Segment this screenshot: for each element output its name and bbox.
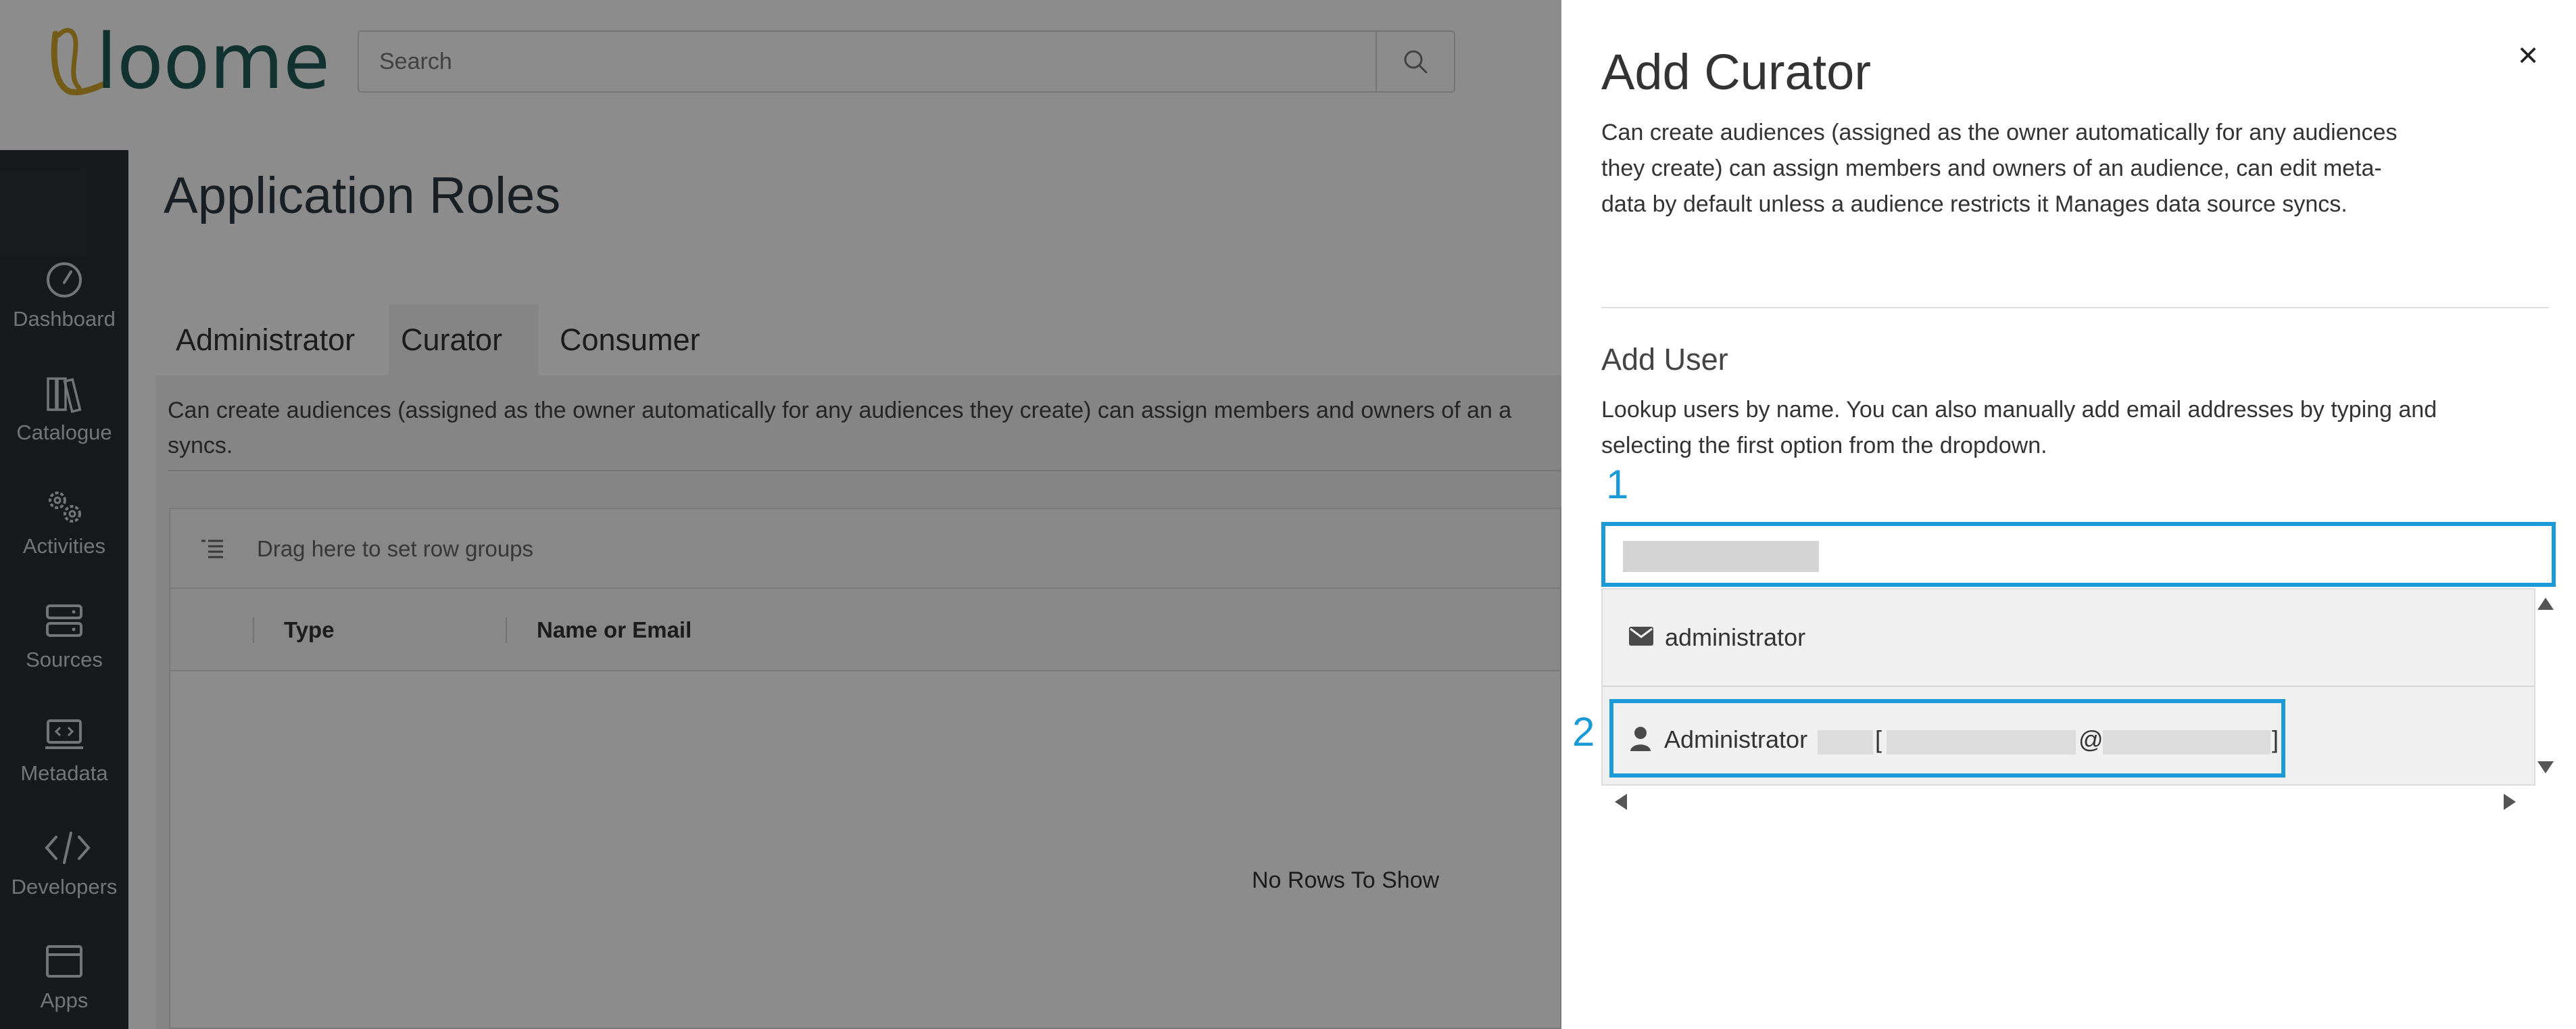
redacted-input-text xyxy=(1623,541,1819,572)
option-close-bracket: ] xyxy=(2272,725,2279,753)
redacted-text xyxy=(2103,730,2270,755)
scroll-down-arrow[interactable] xyxy=(2537,761,2554,773)
user-lookup-input[interactable] xyxy=(1601,522,2556,587)
panel-title: Add Curator xyxy=(1601,44,1871,100)
close-button[interactable]: × xyxy=(2508,35,2548,76)
option-open-bracket: [ xyxy=(1875,725,1882,753)
scroll-up-arrow[interactable] xyxy=(2537,598,2554,610)
dropdown-option-user[interactable]: Administrator [ @ ] xyxy=(1609,699,2285,777)
add-curator-panel: × Add Curator Can create audiences (assi… xyxy=(1561,0,2576,1029)
modal-backdrop[interactable] xyxy=(0,0,1561,1029)
add-user-description: Lookup users by name. You can also manua… xyxy=(1601,397,2437,458)
redacted-text xyxy=(1818,730,1873,755)
envelope-icon xyxy=(1629,627,1653,646)
option-user-name: Administrator xyxy=(1664,725,1808,753)
panel-description: Can create audiences (assigned as the ow… xyxy=(1601,120,2398,217)
scroll-right-arrow[interactable] xyxy=(2504,794,2516,810)
step-marker-1: 1 xyxy=(1606,462,1629,507)
user-lookup-dropdown: administrator Administrator [ @ ] xyxy=(1601,588,2535,786)
option-label: administrator xyxy=(1665,623,1806,651)
dropdown-option-email[interactable]: administrator xyxy=(1603,590,2534,687)
scroll-left-arrow[interactable] xyxy=(1615,794,1627,810)
redacted-text xyxy=(1887,730,2076,755)
option-at-sign: @ xyxy=(2079,725,2104,753)
step-marker-2: 2 xyxy=(1572,709,1595,755)
add-user-heading: Add User xyxy=(1601,342,1728,377)
divider xyxy=(1601,307,2549,308)
user-icon xyxy=(1630,727,1651,751)
